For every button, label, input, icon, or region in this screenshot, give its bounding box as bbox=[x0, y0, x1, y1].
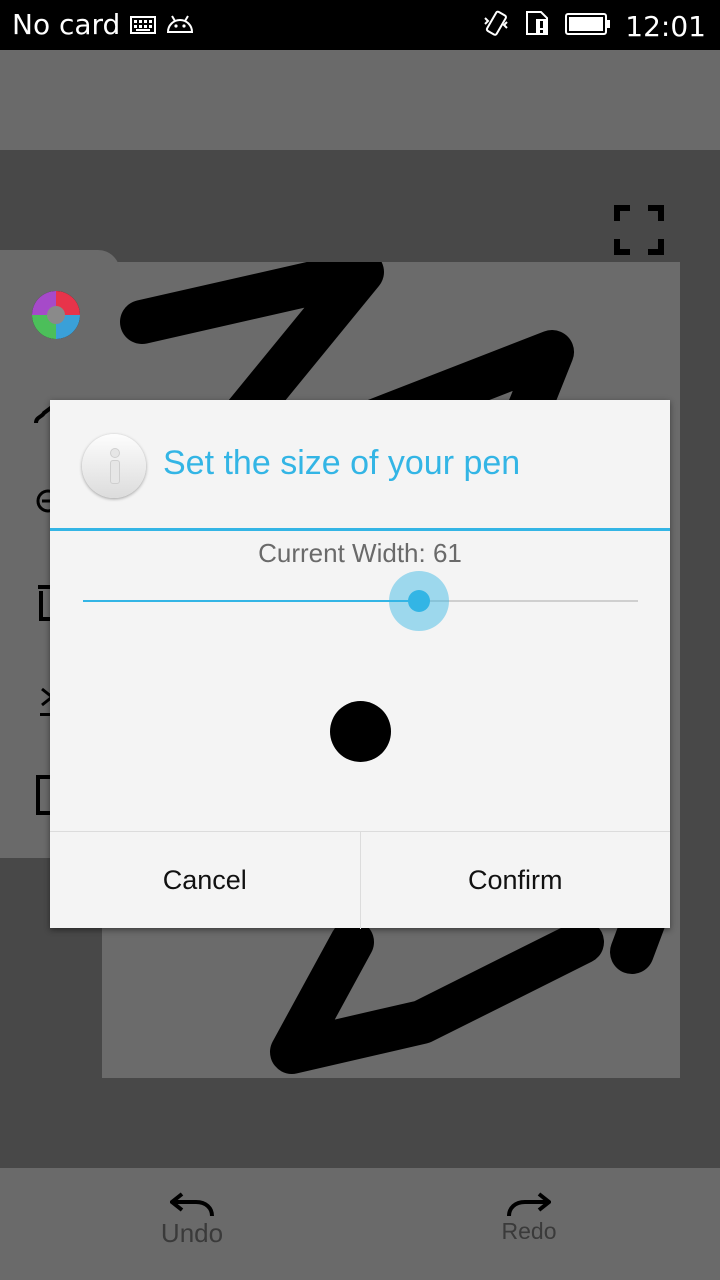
keyboard-icon bbox=[130, 8, 157, 41]
status-left: No card bbox=[12, 8, 194, 41]
color-wheel-icon[interactable] bbox=[31, 290, 81, 344]
battery-icon bbox=[565, 10, 611, 43]
status-right: 12:01 bbox=[483, 8, 706, 45]
sim-alert-icon bbox=[523, 9, 551, 44]
redo-icon bbox=[507, 1192, 551, 1217]
redo-button[interactable]: Redo bbox=[459, 1168, 599, 1280]
info-icon bbox=[82, 434, 146, 498]
fullscreen-icon[interactable] bbox=[614, 205, 664, 255]
android-debug-icon bbox=[166, 8, 194, 41]
dialog-title: Set the size of your pen bbox=[163, 444, 521, 482]
undo-button[interactable]: Undo bbox=[122, 1168, 262, 1280]
width-slider-fill bbox=[83, 600, 420, 602]
pen-size-dialog: Set the size of your pen Current Width: … bbox=[50, 400, 670, 929]
undo-label: Undo bbox=[160, 1218, 224, 1248]
clock: 12:01 bbox=[625, 10, 706, 43]
vibrate-icon bbox=[483, 8, 509, 45]
app-toolbar bbox=[0, 50, 720, 150]
dialog-divider bbox=[50, 528, 670, 531]
dialog-buttons: Cancel Confirm bbox=[50, 831, 670, 929]
redo-label: Redo bbox=[501, 1218, 557, 1244]
bottom-toolbar: Undo Redo bbox=[0, 1168, 720, 1280]
cancel-button[interactable]: Cancel bbox=[50, 832, 360, 929]
pen-size-preview bbox=[329, 700, 391, 762]
current-width-label: Current Width: 61 bbox=[258, 538, 462, 568]
dialog-header: Set the size of your pen bbox=[50, 400, 670, 530]
confirm-button[interactable]: Confirm bbox=[359, 832, 671, 929]
width-slider-thumb[interactable] bbox=[389, 571, 450, 631]
status-bar: No card 12:01 bbox=[0, 0, 720, 50]
carrier-label: No card bbox=[12, 8, 121, 41]
undo-icon bbox=[170, 1192, 214, 1217]
